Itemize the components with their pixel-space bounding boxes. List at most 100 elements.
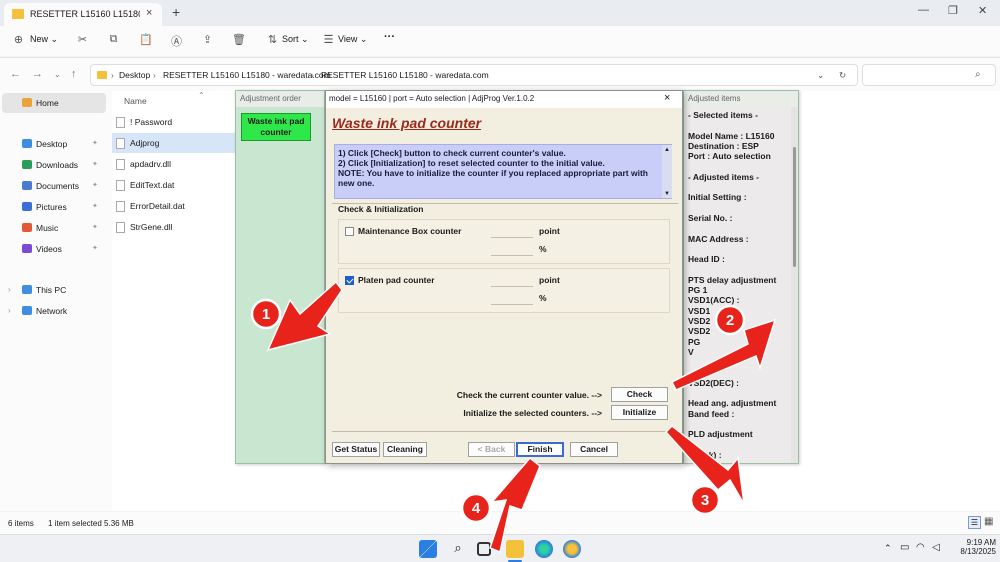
task-view-icon[interactable] (477, 542, 491, 556)
share-icon[interactable]: ⇪ (201, 33, 214, 46)
scroll-down-icon[interactable]: ▼ (664, 189, 670, 199)
search-input[interactable]: ⌕ (862, 64, 996, 86)
breadcrumb-subfolder[interactable]: RESETTER L15160 L15180 - waredata.com (321, 70, 489, 80)
instructions-scrollbar[interactable]: ▲ ▼ (662, 145, 672, 198)
file-explorer-icon[interactable] (506, 540, 524, 558)
sidebar-item-home[interactable]: Home (2, 93, 106, 113)
chevron-right-icon[interactable]: › (8, 306, 11, 315)
crumb-separator: › (111, 70, 114, 80)
adjusted-item-line: Port : Auto selection (688, 151, 771, 162)
adjusted-item-line: V (688, 346, 694, 357)
platen-pad-group: Platen pad counter point % (338, 268, 670, 313)
adjusted-item-line: - Adjusted items - (688, 171, 759, 182)
cut-icon[interactable]: ✂ (76, 33, 89, 46)
adjusted-item-line: PLD adjustment (688, 429, 753, 440)
delete-icon[interactable]: 🗑 (232, 33, 246, 46)
adjustment-order-header: Adjustment order (236, 91, 324, 107)
explorer-tab[interactable]: RESETTER L15160 L15180 - war × (4, 3, 162, 26)
initialize-hint: Initialize the selected counters. --> (463, 408, 602, 418)
more-options-button[interactable]: ··· (384, 31, 395, 43)
new-button[interactable]: New ⌄ (30, 34, 58, 45)
file-name: Adjprog (130, 138, 160, 148)
search-icon[interactable]: ⌕ (449, 540, 467, 558)
pin-icon[interactable]: ✦ (92, 181, 98, 189)
file-row[interactable]: StrGene.dll (112, 217, 236, 237)
pin-icon[interactable]: ✦ (92, 160, 98, 168)
sidebar-item-downloads[interactable]: Downloads ✦ (0, 155, 104, 175)
instruction-line: new one. (338, 178, 375, 188)
address-dropdown-icon[interactable]: ⌄ (817, 70, 824, 81)
check-button[interactable]: Check (611, 387, 668, 402)
new-tab-button[interactable]: + (172, 4, 180, 20)
view-button[interactable]: View ⌄ (338, 34, 367, 45)
column-header-name[interactable]: Name (124, 96, 147, 106)
sidebar-item-label: Network (36, 306, 68, 316)
waste-ink-dialog: model = L15160 | port = Auto selection |… (325, 90, 683, 464)
pin-icon[interactable]: ✦ (92, 244, 98, 252)
forward-icon[interactable]: → (32, 68, 43, 80)
sidebar-item-label: Documents (36, 181, 79, 191)
adjustment-step-waste-ink[interactable]: Waste ink pad counter (241, 113, 311, 141)
up-icon[interactable]: ↑ (71, 68, 77, 80)
clock[interactable]: 9:19 AM 8/13/2025 (956, 538, 996, 556)
file-row[interactable]: ! Password (112, 112, 236, 132)
file-row[interactable]: ErrorDetail.dat (112, 196, 236, 216)
recent-chevron-icon[interactable]: ⌄ (54, 70, 61, 79)
refresh-icon[interactable]: ↻ (839, 70, 846, 81)
scroll-up-icon[interactable]: ▲ (664, 145, 670, 155)
sidebar-item-network[interactable]: › Network (0, 301, 104, 321)
volume-icon[interactable]: ◁ (932, 542, 940, 553)
paste-icon[interactable]: 📋 (139, 33, 153, 46)
chevron-right-icon[interactable]: › (8, 285, 11, 294)
sidebar-item-music[interactable]: Music ✦ (0, 218, 104, 238)
battery-icon[interactable]: ▭ (900, 542, 909, 553)
instructions-box: 1) Click [Check] button to check current… (334, 144, 672, 199)
back-button[interactable]: < Back (468, 442, 515, 457)
back-icon[interactable]: ← (10, 68, 21, 80)
pin-icon[interactable]: ✦ (92, 223, 98, 231)
breadcrumb-folder[interactable]: RESETTER L15160 L15180 - waredata.com (163, 70, 331, 80)
wifi-icon[interactable]: ◠ (916, 542, 925, 553)
sidebar-item-pictures[interactable]: Pictures ✦ (0, 197, 104, 217)
tray-chevron-icon[interactable]: ⌃ (884, 543, 892, 554)
start-icon[interactable] (419, 540, 437, 558)
dialog-close-icon[interactable]: × (664, 92, 670, 104)
copy-icon[interactable]: ⧉ (107, 33, 120, 46)
sort-button[interactable]: Sort ⌄ (282, 34, 309, 45)
adjusted-items-scrollbar[interactable] (791, 107, 798, 463)
address-bar[interactable]: › Desktop › RESETTER L15160 L15180 - war… (90, 64, 858, 86)
file-row[interactable]: apdadrv.dll (112, 154, 236, 174)
tiles-view-icon[interactable]: ▦ (984, 516, 993, 527)
adjusted-item-line: Destination : ESP (688, 140, 759, 151)
window-close-icon[interactable]: ✕ (978, 4, 987, 17)
sidebar-item-desktop[interactable]: Desktop ✦ (0, 134, 104, 154)
cancel-button[interactable]: Cancel (570, 442, 618, 457)
file-row[interactable]: EditText.dat (112, 175, 236, 195)
sidebar-item-this-pc[interactable]: › This PC (0, 280, 104, 300)
initialize-button[interactable]: Initialize (611, 405, 668, 420)
maintenance-box-checkbox[interactable] (345, 227, 354, 236)
pin-icon[interactable]: ✦ (92, 139, 98, 147)
file-name: apdadrv.dll (130, 159, 171, 169)
adjusted-item-line: VSD1 (688, 305, 711, 316)
adjustment-order-panel: Adjustment order Waste ink pad counter (235, 90, 325, 464)
breadcrumb-desktop[interactable]: Desktop (119, 70, 150, 80)
sidebar-item-documents[interactable]: Documents ✦ (0, 176, 104, 196)
minimize-icon[interactable]: — (918, 4, 929, 16)
rename-icon[interactable]: Ⓐ (170, 33, 183, 48)
platen-pad-checkbox[interactable] (345, 276, 354, 285)
file-row[interactable]: Adjprog (112, 133, 236, 153)
details-view-icon[interactable]: ☰ (968, 516, 981, 529)
sidebar-item-label: Home (36, 98, 59, 108)
adjprog-icon[interactable] (563, 540, 581, 558)
cleaning-button[interactable]: Cleaning (383, 442, 427, 457)
edge-icon[interactable] (535, 540, 553, 558)
sidebar-item-videos[interactable]: Videos ✦ (0, 239, 104, 259)
scroll-thumb[interactable] (793, 147, 796, 267)
pin-icon[interactable]: ✦ (92, 202, 98, 210)
file-name: StrGene.dll (130, 222, 173, 232)
tab-close-icon[interactable]: × (146, 7, 152, 19)
finish-button[interactable]: Finish (516, 442, 564, 457)
restore-icon[interactable]: ❐ (948, 4, 958, 17)
get-status-button[interactable]: Get Status (332, 442, 380, 457)
